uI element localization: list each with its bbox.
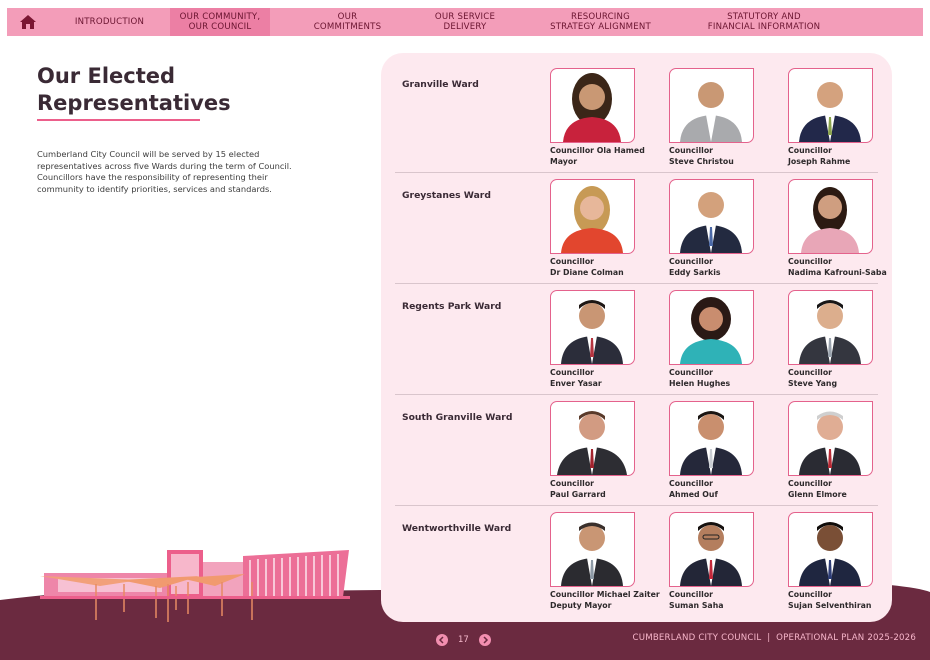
councillor-photo bbox=[788, 401, 873, 476]
councillor-photo bbox=[550, 290, 635, 365]
footer-document-title: CUMBERLAND CITY COUNCIL | OPERATIONAL PL… bbox=[632, 633, 916, 643]
arrow-left-icon bbox=[438, 636, 444, 644]
councillor-caption: Councillor Glenn Elmore bbox=[788, 479, 847, 499]
councillor-photo bbox=[669, 401, 754, 476]
councillor-photo bbox=[550, 401, 635, 476]
page: INTRODUCTION OUR COMMUNITY, OUR COUNCIL … bbox=[0, 0, 930, 660]
nav-statutory-financial[interactable]: STATUTORY AND FINANCIAL INFORMATION bbox=[696, 8, 832, 36]
councillor-photo bbox=[669, 512, 754, 587]
councillor-photo bbox=[788, 179, 873, 254]
councillor-photo bbox=[669, 68, 754, 143]
councillor-card: Councillor Steve Yang bbox=[788, 290, 928, 389]
arrow-right-icon bbox=[483, 636, 488, 644]
ward-row: Greystanes Ward Councillor Dr Diane Colma… bbox=[395, 176, 887, 287]
councillor-card: Councillor Joseph Rahme bbox=[788, 68, 928, 167]
councillor-caption: Councillor Steve Yang bbox=[788, 368, 838, 388]
divider bbox=[395, 172, 878, 173]
home-icon bbox=[20, 15, 36, 29]
councillor-photo bbox=[788, 290, 873, 365]
councillor-caption: Councillor Sujan Selventhiran bbox=[788, 590, 872, 610]
nav-introduction[interactable]: INTRODUCTION bbox=[49, 8, 170, 36]
title-underline bbox=[37, 119, 200, 121]
councillor-photo bbox=[550, 179, 635, 254]
councillor-photo bbox=[550, 68, 635, 143]
councillor-photo bbox=[788, 512, 873, 587]
intro-paragraph: Cumberland City Council will be served b… bbox=[37, 149, 292, 194]
nav-service-delivery[interactable]: OUR SERVICE DELIVERY bbox=[425, 8, 505, 36]
previous-page-button[interactable] bbox=[436, 634, 448, 646]
ward-name: Granville Ward bbox=[402, 79, 479, 90]
ward-name: Greystanes Ward bbox=[402, 190, 491, 201]
pagination: 17 bbox=[436, 634, 491, 646]
nav-resourcing-strategy[interactable]: RESOURCING STRATEGY ALIGNMENT bbox=[505, 8, 696, 36]
ward-row: Wentworthville Ward Councillor Michael Z… bbox=[395, 509, 878, 620]
councillor-photo bbox=[669, 290, 754, 365]
ward-name: Wentworthville Ward bbox=[402, 523, 512, 534]
councillor-card: Councillor Sujan Selventhiran bbox=[788, 512, 928, 611]
divider bbox=[395, 283, 878, 284]
page-title-line1: Our Elected bbox=[37, 64, 176, 88]
ward-row: South Granville Ward Councillor Paul Garr… bbox=[395, 398, 878, 509]
page-number: 17 bbox=[458, 635, 469, 645]
top-navigation: INTRODUCTION OUR COMMUNITY, OUR COUNCIL … bbox=[7, 8, 923, 36]
councillor-card: Councillor Glenn Elmore bbox=[788, 401, 928, 500]
page-title: Our Elected Representatives bbox=[37, 63, 337, 117]
councillor-photo bbox=[550, 512, 635, 587]
councillor-card: Councillor Nadima Kafrouni-Saba bbox=[788, 179, 928, 278]
nav-our-community[interactable]: OUR COMMUNITY, OUR COUNCIL bbox=[170, 8, 270, 36]
councillor-photo bbox=[788, 68, 873, 143]
divider bbox=[395, 394, 878, 395]
ward-name: Regents Park Ward bbox=[402, 301, 502, 312]
divider bbox=[395, 505, 878, 506]
next-page-button[interactable] bbox=[478, 634, 491, 646]
ward-row: Granville Ward Councillor Ola Hamed Mayor… bbox=[395, 65, 878, 176]
councillor-photo bbox=[669, 179, 754, 254]
nav-our-commitments[interactable]: OUR COMMITMENTS bbox=[270, 8, 425, 36]
ward-row: Regents Park Ward Councillor Enver Yasar … bbox=[395, 287, 878, 398]
ward-name: South Granville Ward bbox=[402, 412, 513, 423]
councillor-caption: Councillor Joseph Rahme bbox=[788, 146, 851, 166]
home-button[interactable] bbox=[7, 8, 49, 36]
councillor-caption: Councillor Nadima Kafrouni-Saba bbox=[788, 257, 887, 277]
page-title-line2: Representatives bbox=[37, 91, 231, 115]
